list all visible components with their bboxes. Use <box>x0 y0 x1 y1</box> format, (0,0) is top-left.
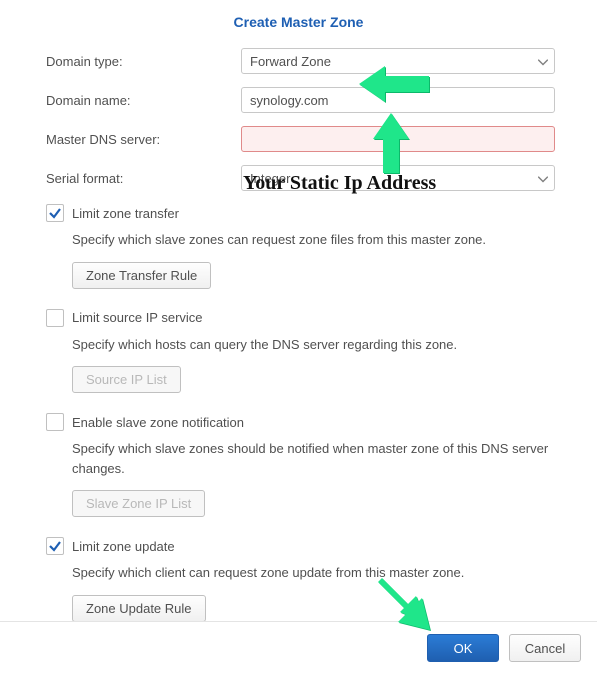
dialog-footer: OK Cancel <box>0 621 597 674</box>
helper-limit-transfer: Specify which slave zones can request zo… <box>72 230 555 250</box>
label-domain-name: Domain name: <box>46 93 241 108</box>
zone-update-rule-button[interactable]: Zone Update Rule <box>72 595 206 622</box>
slave-zone-ip-list-button[interactable]: Slave Zone IP List <box>72 490 205 517</box>
checkbox-limit-transfer[interactable] <box>46 204 64 222</box>
dialog-title: Create Master Zone <box>0 0 597 48</box>
row-serial-format: Serial format: Integer <box>46 165 555 191</box>
input-master-dns[interactable] <box>241 126 555 152</box>
label-limit-transfer: Limit zone transfer <box>72 206 179 221</box>
select-serial-format-value: Integer <box>250 171 290 186</box>
label-master-dns: Master DNS server: <box>46 132 241 147</box>
label-domain-type: Domain type: <box>46 54 241 69</box>
helper-limit-update: Specify which client can request zone up… <box>72 563 555 583</box>
section-enable-slave-notify: Enable slave zone notification Specify w… <box>46 413 555 531</box>
source-ip-list-button[interactable]: Source IP List <box>72 366 181 393</box>
row-master-dns: Master DNS server: <box>46 126 555 152</box>
checkbox-limit-source-ip[interactable] <box>46 309 64 327</box>
checkbox-enable-slave-notify[interactable] <box>46 413 64 431</box>
cancel-button[interactable]: Cancel <box>509 634 581 662</box>
section-limit-transfer: Limit zone transfer Specify which slave … <box>46 204 555 303</box>
form-content: Domain type: Forward Zone Domain name: s… <box>0 48 597 636</box>
label-limit-update: Limit zone update <box>72 539 175 554</box>
select-domain-type[interactable]: Forward Zone <box>241 48 555 74</box>
label-serial-format: Serial format: <box>46 171 241 186</box>
section-limit-source-ip: Limit source IP service Specify which ho… <box>46 309 555 408</box>
select-serial-format[interactable]: Integer <box>241 165 555 191</box>
row-domain-type: Domain type: Forward Zone <box>46 48 555 74</box>
row-domain-name: Domain name: synology.com <box>46 87 555 113</box>
label-enable-slave-notify: Enable slave zone notification <box>72 415 244 430</box>
input-domain-name[interactable]: synology.com <box>241 87 555 113</box>
checkbox-limit-update[interactable] <box>46 537 64 555</box>
label-limit-source-ip: Limit source IP service <box>72 310 203 325</box>
helper-enable-slave-notify: Specify which slave zones should be noti… <box>72 439 555 478</box>
select-domain-type-value: Forward Zone <box>250 54 331 69</box>
zone-transfer-rule-button[interactable]: Zone Transfer Rule <box>72 262 211 289</box>
ok-button[interactable]: OK <box>427 634 499 662</box>
helper-limit-source-ip: Specify which hosts can query the DNS se… <box>72 335 555 355</box>
